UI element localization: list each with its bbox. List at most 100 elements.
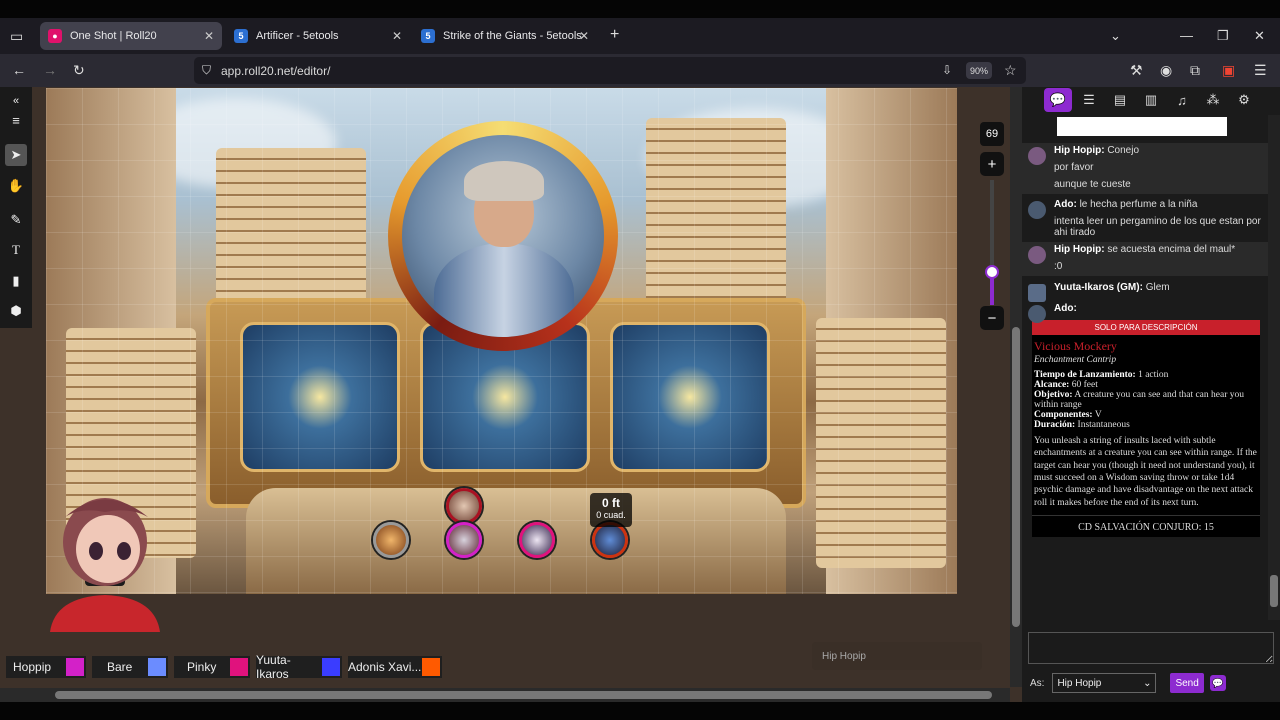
player-token[interactable] bbox=[592, 522, 628, 558]
dice-icon[interactable]: ⬢ bbox=[5, 300, 27, 322]
journal-icon[interactable]: ☰ bbox=[1075, 88, 1103, 112]
chat-message: Yuuta-Ikaros (GM): Glem bbox=[1022, 280, 1268, 302]
reader-mode-icon[interactable]: ⇩ bbox=[942, 63, 952, 77]
zoom-out-button[interactable]: − bbox=[980, 306, 1004, 330]
close-window-icon[interactable]: ✕ bbox=[1254, 28, 1265, 44]
emote-bubble-icon[interactable]: 💬 bbox=[1209, 675, 1226, 691]
browser-nav-bar: ← → ↻ ⛉ app.roll20.net/editor/ ⇩ 90% ☆ ⚒… bbox=[0, 54, 1280, 87]
player-color-swatch bbox=[148, 658, 166, 676]
chevron-down-icon[interactable]: ⌄ bbox=[1110, 28, 1121, 44]
menu-icon[interactable]: ☰ bbox=[1254, 62, 1267, 79]
speaking-as-select[interactable]: Hip Hopip ⌄ bbox=[1052, 673, 1157, 693]
select-tool-icon[interactable]: ➤ bbox=[5, 144, 27, 166]
chat-log[interactable]: Hip Hopip: Conejo por favor aunque te cu… bbox=[1022, 143, 1268, 648]
chat-bubble-icon[interactable]: 💬 bbox=[1044, 88, 1072, 112]
chat-input[interactable] bbox=[1028, 632, 1274, 664]
zoom-control: 69 + − bbox=[978, 120, 1006, 350]
close-icon[interactable]: ✕ bbox=[392, 29, 402, 43]
scrollbar-thumb[interactable] bbox=[1270, 575, 1278, 607]
chat-message: Ado: bbox=[1022, 301, 1268, 323]
text-tool-icon[interactable]: T bbox=[5, 239, 27, 261]
tool-sidebar: « ≡ ➤ ✋ ✎ T ▮ ⬢ bbox=[0, 87, 32, 328]
portrait-hair bbox=[464, 161, 544, 201]
draw-brush-icon[interactable]: ✎ bbox=[5, 209, 27, 231]
chevron-down-icon: ⌄ bbox=[1143, 677, 1152, 689]
settings-gear-icon[interactable]: ⚙ bbox=[1230, 88, 1258, 112]
tab-list-icon[interactable]: ▭ bbox=[10, 28, 23, 45]
address-bar[interactable]: ⛉ app.roll20.net/editor/ ⇩ 90% ☆ bbox=[194, 57, 1026, 84]
streamer-avatar bbox=[50, 498, 160, 632]
tab-artificer[interactable]: 5 Artificer - 5etools ✕ bbox=[226, 22, 410, 50]
player-token[interactable] bbox=[446, 488, 482, 524]
zoom-slider-handle[interactable] bbox=[985, 265, 999, 279]
5etools-icon: 5 bbox=[421, 29, 435, 43]
player-pinky[interactable]: Pinky bbox=[174, 656, 250, 678]
message-text: por favor bbox=[1054, 162, 1094, 173]
player-hoppip[interactable]: Hoppip bbox=[6, 656, 86, 678]
map-vertical-scrollbar[interactable] bbox=[1010, 87, 1022, 687]
send-button[interactable]: Send bbox=[1170, 673, 1204, 693]
player-adonis[interactable]: Adonis Xavi... bbox=[348, 656, 442, 678]
player-bare[interactable]: Bare bbox=[92, 656, 168, 678]
avatar bbox=[1028, 284, 1046, 302]
avatar bbox=[1028, 147, 1046, 165]
portrait-image bbox=[402, 135, 604, 337]
shield-icon[interactable]: ⛉ bbox=[202, 63, 211, 78]
tab-strike-of-the-giants[interactable]: 5 Strike of the Giants - 5etools ✕ bbox=[413, 22, 597, 50]
back-icon[interactable]: ← bbox=[12, 62, 26, 78]
player-yuuta-ikaros[interactable]: Yuuta-Ikaros bbox=[256, 653, 342, 681]
reload-icon[interactable]: ↻ bbox=[73, 62, 85, 79]
url-text[interactable]: app.roll20.net/editor/ bbox=[221, 64, 330, 78]
account-icon[interactable]: ◉ bbox=[1160, 62, 1172, 79]
speaking-as-value: Hip Hopip bbox=[1057, 677, 1102, 689]
minimize-icon[interactable]: — bbox=[1180, 28, 1193, 43]
player-name: Hoppip bbox=[13, 660, 52, 674]
close-icon[interactable]: ✕ bbox=[204, 29, 214, 43]
avatar bbox=[1028, 246, 1046, 264]
library-icon[interactable]: ▥ bbox=[1137, 88, 1165, 112]
message-text: :0 bbox=[1054, 261, 1063, 272]
chat-as-row: As: Hip Hopip ⌄ Send 💬 bbox=[1030, 672, 1280, 694]
wrench-icon[interactable]: ⚒ bbox=[1130, 62, 1143, 79]
player-name: Bare bbox=[107, 660, 133, 674]
character-portrait-token[interactable] bbox=[388, 121, 618, 351]
extension-badge-icon[interactable]: ▣ bbox=[1222, 62, 1235, 79]
player-color-swatch bbox=[322, 658, 340, 676]
compendium-icon[interactable]: ▤ bbox=[1106, 88, 1134, 112]
spell-duration: Duración: Instantaneous bbox=[1034, 420, 1130, 430]
extensions-icon[interactable]: ⧉ bbox=[1190, 62, 1200, 79]
roll20-icon: ● bbox=[48, 29, 62, 43]
close-icon[interactable]: ✕ bbox=[579, 29, 589, 43]
forward-icon[interactable]: → bbox=[43, 62, 57, 78]
message-author: Hip Hopip: bbox=[1054, 244, 1105, 255]
tab-roll20[interactable]: ● One Shot | Roll20 ✕ bbox=[40, 22, 222, 50]
pan-hand-icon[interactable]: ✋ bbox=[5, 175, 27, 197]
bookmark-star-icon[interactable]: ☆ bbox=[1004, 62, 1017, 79]
window-top-strip bbox=[0, 0, 1280, 18]
player-token[interactable] bbox=[373, 522, 409, 558]
player-token[interactable] bbox=[446, 522, 482, 558]
map-horizontal-scrollbar[interactable] bbox=[0, 688, 1010, 702]
zoom-level[interactable]: 90% bbox=[966, 62, 992, 79]
chat-message: Hip Hopip: se acuesta encima del maul* :… bbox=[1022, 242, 1268, 276]
chat-sidebar: 💬 ☰ ▤ ▥ ♫ ⁂ ⚙ Hip Hopip: Conejo por favo… bbox=[1022, 87, 1280, 702]
restore-icon[interactable]: ❐ bbox=[1217, 28, 1229, 44]
chat-message: Ado: le hecha perfume a la niña intenta … bbox=[1022, 197, 1268, 242]
macros-icon[interactable]: ⁂ bbox=[1199, 88, 1227, 112]
scrollbar-thumb[interactable] bbox=[55, 691, 992, 699]
spell-description: You unleash a string of insults laced wi… bbox=[1034, 436, 1257, 508]
scrollbar-thumb[interactable] bbox=[1012, 327, 1020, 627]
chat-scrollbar[interactable] bbox=[1268, 115, 1280, 620]
map-canvas[interactable]: 0 ft 0 cuad. bbox=[46, 88, 957, 594]
fog-eraser-icon[interactable]: ▮ bbox=[5, 270, 27, 292]
hamburger-menu-icon[interactable]: ≡ bbox=[5, 109, 27, 131]
new-tab-icon[interactable]: + bbox=[610, 26, 619, 44]
jukebox-icon[interactable]: ♫ bbox=[1168, 88, 1196, 112]
avatar bbox=[1028, 305, 1046, 323]
message-author: Yuuta-Ikaros (GM): bbox=[1054, 282, 1143, 293]
player-token[interactable] bbox=[519, 522, 555, 558]
chat-top-blank-bar bbox=[1057, 117, 1227, 136]
spell-school: Enchantment Cantrip bbox=[1034, 355, 1117, 365]
zoom-in-button[interactable]: + bbox=[980, 152, 1004, 176]
message-text: aunque te cueste bbox=[1054, 179, 1131, 190]
